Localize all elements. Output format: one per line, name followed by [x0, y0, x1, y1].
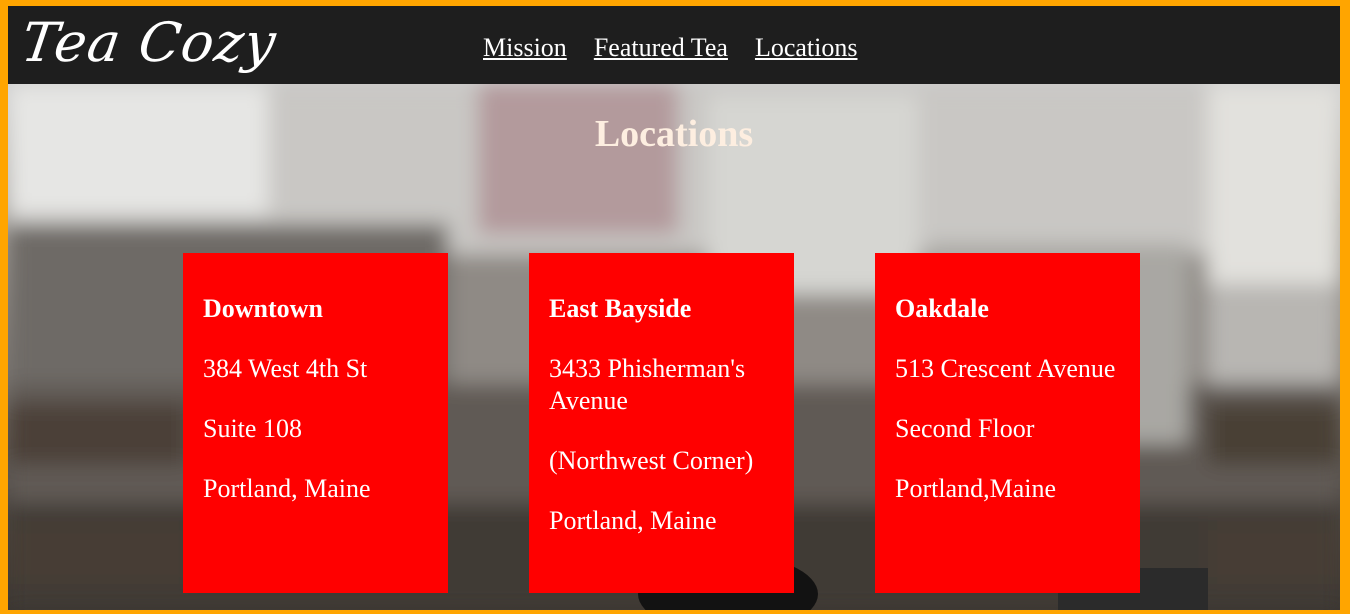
address-line: Portland, Maine — [549, 506, 717, 535]
location-card-oakdale: Oakdale 513 Crescent Avenue Second Floor… — [875, 253, 1140, 593]
address-line: Portland, Maine — [203, 474, 371, 503]
main-nav: Mission Featured Tea Locations — [483, 32, 857, 64]
location-name: Oakdale — [895, 294, 989, 323]
address-line: 513 Crescent Avenue — [895, 354, 1116, 383]
location-name: East Bayside — [549, 294, 692, 323]
address-line: (Northwest Corner) — [549, 446, 754, 475]
nav-link-featured-tea[interactable]: Featured Tea — [594, 32, 728, 64]
logo[interactable]: Tea Cozy — [17, 8, 281, 78]
address-line: 384 West 4th St — [203, 354, 368, 383]
section-title: Locations — [594, 113, 754, 155]
location-card-east-bayside: East Bayside 3433 Phisherman's Avenue (N… — [529, 253, 794, 593]
page-frame: Tea Cozy Mission Featured Tea Locations — [8, 6, 1340, 610]
site-header: Tea Cozy Mission Featured Tea Locations — [8, 6, 1340, 84]
address-line: Portland,Maine — [895, 474, 1057, 503]
nav-link-mission[interactable]: Mission — [483, 32, 567, 64]
nav-link-locations[interactable]: Locations — [755, 32, 858, 64]
address-line: Suite 108 — [203, 414, 302, 443]
location-card-downtown: Downtown 384 West 4th St Suite 108 Portl… — [183, 253, 448, 593]
address-line: Second Floor — [895, 414, 1035, 443]
locations-section: Locations Downtown 384 West 4th St Suite… — [8, 84, 1340, 610]
location-name: Downtown — [203, 294, 323, 323]
address-line: 3433 Phisherman's Avenue — [549, 354, 746, 415]
